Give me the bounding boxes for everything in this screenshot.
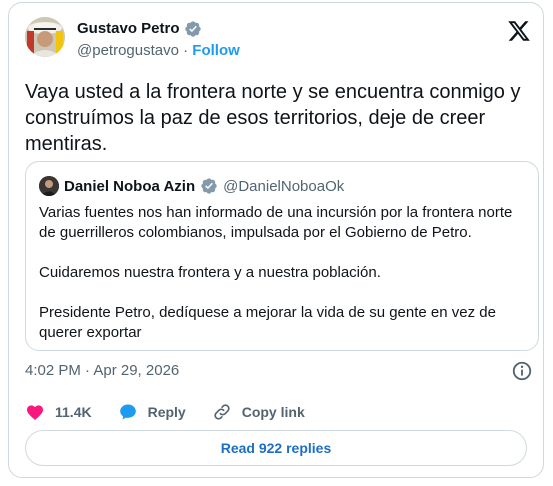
tweet-card: Gustavo Petro @petrogustavo · Follow Vay… bbox=[8, 2, 544, 478]
author-handle[interactable]: @petrogustavo bbox=[77, 42, 179, 59]
tweet-timestamp[interactable]: 4:02 PM · Apr 29, 2026 bbox=[25, 362, 179, 379]
copy-link-label: Copy link bbox=[241, 404, 305, 420]
author-block: Gustavo Petro @petrogustavo · Follow bbox=[77, 20, 240, 60]
quoted-paragraph: Cuidaremos nuestra frontera y a nuestra … bbox=[39, 264, 381, 281]
verified-icon bbox=[201, 178, 217, 194]
author-avatar[interactable] bbox=[25, 17, 65, 57]
copy-link-button[interactable]: Copy link bbox=[212, 402, 305, 422]
follow-button[interactable]: Follow bbox=[192, 42, 240, 59]
tweet-text: Vaya usted a la frontera norte y se encu… bbox=[25, 81, 521, 155]
quoted-author-avatar bbox=[39, 176, 59, 196]
separator-dot: · bbox=[183, 42, 189, 59]
reply-button[interactable]: Reply bbox=[118, 402, 186, 422]
info-icon[interactable] bbox=[511, 360, 533, 382]
quoted-tweet-text: Varias fuentes nos han informado de una … bbox=[39, 203, 529, 343]
read-replies-button[interactable]: Read 922 replies bbox=[25, 430, 527, 466]
quoted-tweet[interactable]: Daniel Noboa Azin @DanielNoboaOk Varias … bbox=[25, 161, 539, 351]
verified-icon bbox=[184, 21, 201, 37]
speech-bubble-icon bbox=[119, 404, 136, 420]
quoted-author-name: Daniel Noboa Azin bbox=[64, 177, 196, 195]
like-button[interactable]: 11.4K bbox=[25, 402, 92, 422]
heart-icon bbox=[27, 405, 43, 420]
link-icon bbox=[214, 404, 230, 420]
action-bar: 11.4K Reply Copy link bbox=[25, 402, 305, 422]
author-name[interactable]: Gustavo Petro bbox=[77, 20, 180, 38]
x-logo-icon[interactable] bbox=[507, 19, 531, 43]
quoted-author-handle: @DanielNoboaOk bbox=[223, 177, 345, 195]
likes-count: 11.4K bbox=[55, 404, 92, 420]
reply-label: Reply bbox=[147, 404, 186, 420]
quoted-paragraph: Presidente Petro, dedíquese a mejorar la… bbox=[39, 304, 496, 341]
quoted-paragraph: Varias fuentes nos han informado de una … bbox=[39, 204, 513, 241]
